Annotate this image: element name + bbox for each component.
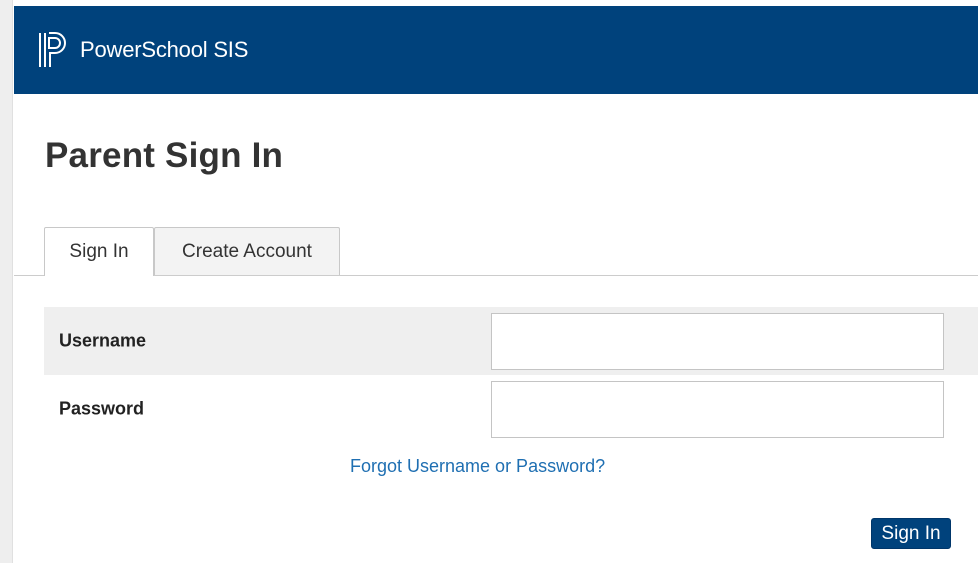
tab-sign-in[interactable]: Sign In (44, 227, 154, 276)
page-title: Parent Sign In (45, 136, 284, 175)
app-header: PowerSchool SIS (14, 6, 978, 94)
powerschool-logo-icon (39, 32, 66, 67)
password-label: Password (59, 398, 145, 419)
forgot-credentials-link[interactable]: Forgot Username or Password? (350, 456, 605, 477)
app-title: PowerSchool SIS (80, 37, 249, 62)
tab-create-account[interactable]: Create Account (154, 227, 340, 275)
username-row: Username (44, 307, 978, 375)
password-row: Password (44, 375, 978, 443)
username-label: Username (59, 330, 147, 351)
left-edge-strip (0, 0, 13, 563)
tabs-divider (14, 275, 978, 276)
sign-in-button[interactable]: Sign In (871, 518, 951, 549)
username-input[interactable] (491, 313, 944, 370)
password-input[interactable] (491, 381, 944, 438)
